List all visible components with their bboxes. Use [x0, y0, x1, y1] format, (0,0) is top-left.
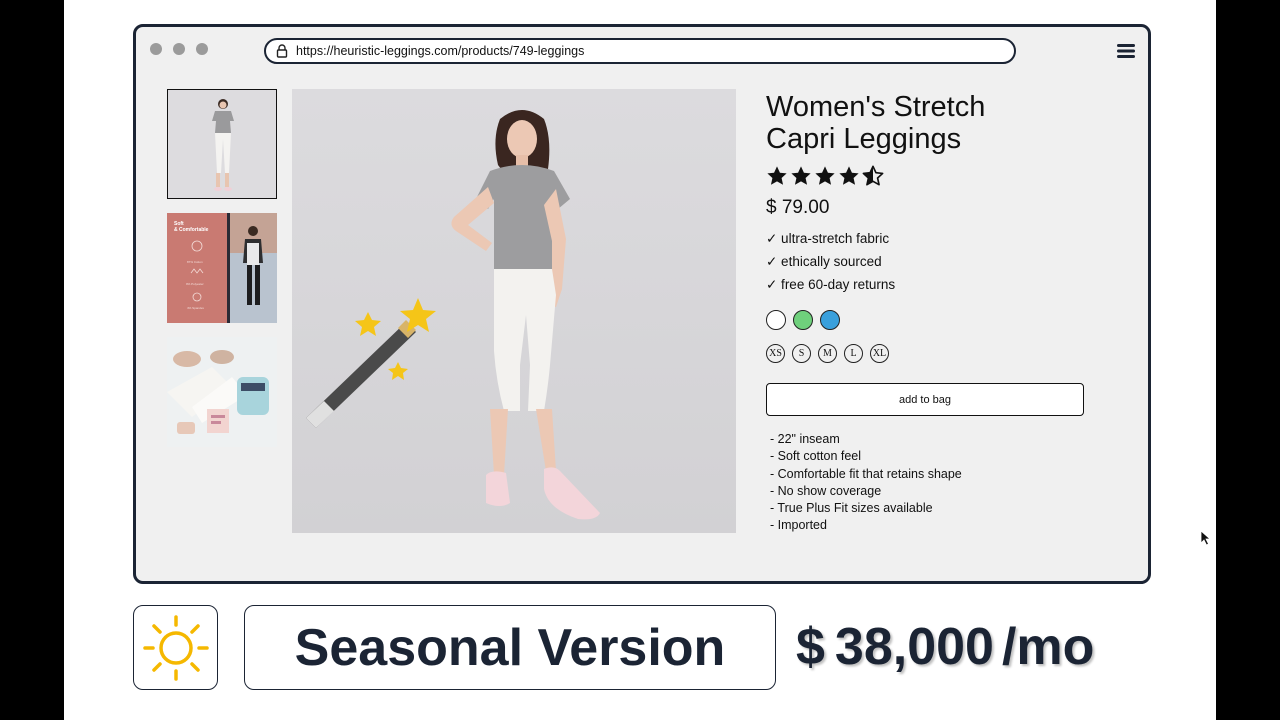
detail-item: - True Plus Fit sizes available: [770, 501, 933, 516]
address-bar[interactable]: https://heuristic-leggings.com/products/…: [264, 38, 1016, 64]
star-full-icon: [767, 166, 787, 185]
star-full-icon: [791, 166, 811, 185]
star-rating: [766, 165, 1096, 189]
star-full-icon: [815, 166, 835, 185]
maximize-dot[interactable]: [196, 43, 208, 55]
product-hero-image[interactable]: [292, 89, 736, 533]
detail-item: - 22" inseam: [770, 432, 840, 446]
detail-item: - No show coverage: [770, 483, 882, 498]
color-swatch-white[interactable]: [766, 310, 786, 330]
feature-item: ✓ ethically sourced: [766, 254, 882, 269]
window-controls: [150, 43, 208, 55]
svg-text:4% Spandex: 4% Spandex: [187, 306, 205, 310]
cost-value: 38,000: [834, 618, 994, 676]
detail-item: - Comfortable fit that retains shape: [770, 466, 962, 481]
minimize-dot[interactable]: [173, 43, 185, 55]
color-swatch-green[interactable]: [793, 310, 813, 330]
close-dot[interactable]: [150, 43, 162, 55]
magic-wand-icon: [300, 294, 440, 434]
color-swatch-blue[interactable]: [820, 310, 840, 330]
product-title-line2: Capri Leggings: [766, 123, 962, 155]
cost-currency: $: [796, 618, 825, 676]
browser-window: https://heuristic-leggings.com/products/…: [133, 24, 1151, 584]
product-details: - 22" inseam - Soft cotton feel - Comfor…: [766, 431, 1096, 535]
thumbnail-model-front[interactable]: [167, 89, 277, 199]
product-title-line1: Women's Stretch: [766, 91, 986, 123]
thumbnail-fabric-info[interactable]: Soft & Comfortable 87% Cotton 9% Polyest…: [167, 213, 277, 323]
lock-icon: [274, 43, 290, 59]
svg-text:87% Cotton: 87% Cotton: [187, 260, 203, 264]
product-title: Women's Stretch Capri Leggings: [766, 91, 1096, 155]
svg-text:& Comfortable: & Comfortable: [174, 227, 209, 233]
color-swatches: [766, 310, 1096, 330]
svg-text:9% Polyester: 9% Polyester: [186, 282, 204, 286]
sun-icon-box: [133, 605, 218, 690]
hamburger-menu-icon[interactable]: [1116, 41, 1136, 61]
feature-item: ✓ free 60-day returns: [766, 277, 896, 292]
version-label: Seasonal Version: [244, 605, 776, 690]
size-option-xs[interactable]: XS: [766, 344, 785, 363]
size-option-s[interactable]: S: [792, 344, 811, 363]
product-price: $ 79.00: [766, 197, 830, 218]
feature-list: ✓ ultra-stretch fabric ✓ ethically sourc…: [766, 227, 1096, 296]
slide: https://heuristic-leggings.com/products/…: [64, 0, 1216, 720]
star-full-icon: [839, 166, 859, 185]
feature-item: ✓ ultra-stretch fabric: [766, 231, 890, 246]
detail-item: - Imported: [770, 518, 827, 533]
cost-period: /mo: [1001, 618, 1095, 676]
thumbnail-flatlay[interactable]: [167, 337, 277, 447]
mouse-cursor-icon: [1200, 530, 1212, 546]
monthly-cost: $ 38,000 /mo: [796, 612, 1094, 682]
url-text[interactable]: https://heuristic-leggings.com/products/…: [296, 44, 584, 58]
detail-item: - Soft cotton feel: [770, 449, 862, 464]
size-option-xl[interactable]: XL: [870, 344, 889, 363]
size-option-l[interactable]: L: [844, 344, 863, 363]
sun-icon: [142, 614, 209, 681]
size-selector: XS S M L XL: [766, 344, 1096, 363]
add-to-bag-button[interactable]: add to bag: [766, 383, 1084, 416]
size-option-m[interactable]: M: [818, 344, 837, 363]
star-half-icon: [862, 165, 884, 186]
product-info: Women's Stretch Capri Leggings $ 79.00 ✓…: [766, 91, 1096, 535]
